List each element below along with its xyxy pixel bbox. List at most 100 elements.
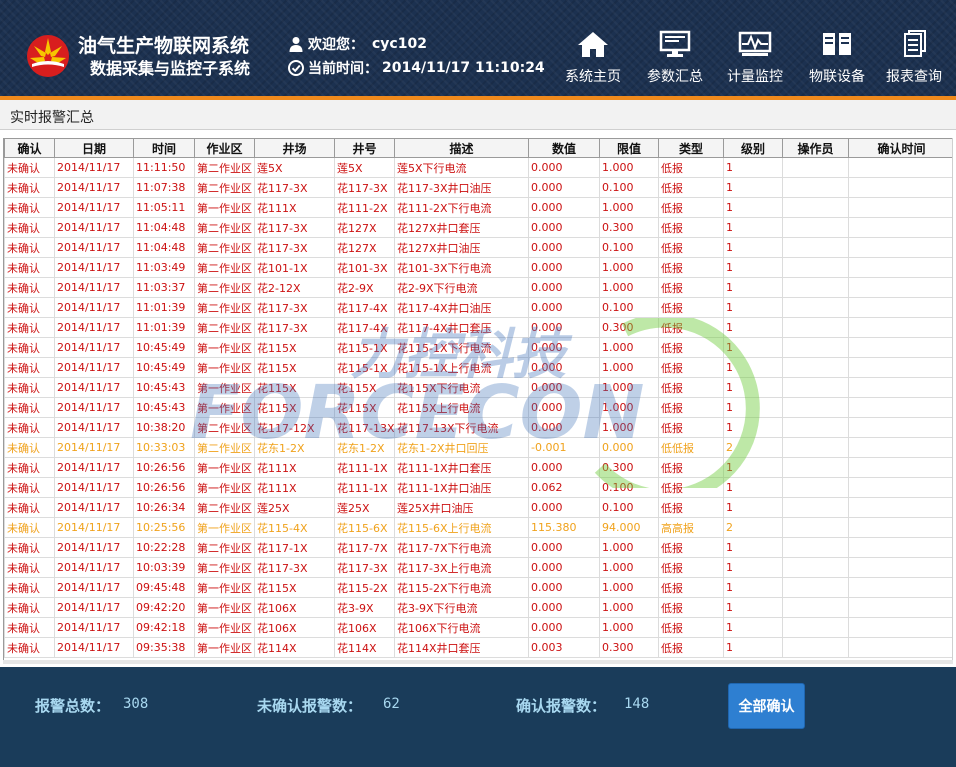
current-time-line: 当前时间： 2014/11/17 11:10:24 xyxy=(288,58,545,78)
table-row[interactable]: 未确认 2014/11/17 11:03:37 第二作业区 花2-12X 花2-9X 花2-… xyxy=(4,277,952,298)
cell-value: 0.000 xyxy=(528,397,600,418)
cell-level: 1 xyxy=(723,157,783,178)
confirm-all-button[interactable]: 全部确认 xyxy=(728,683,805,729)
cell-limit: 0.100 xyxy=(599,177,659,198)
column-header-time[interactable]: 时间 xyxy=(133,138,195,158)
column-header-limit[interactable]: 限值 xyxy=(599,138,659,158)
cell-work-area: 第二作业区 xyxy=(194,557,255,578)
cell-confirm-time xyxy=(848,177,952,198)
table-row[interactable]: 未确认 2014/11/17 10:33:03 第二作业区 花东1-2X 花东1-2X 花东… xyxy=(4,437,952,458)
table-row[interactable]: 未确认 2014/11/17 11:01:39 第二作业区 花117-3X 花117-4X… xyxy=(4,297,952,318)
nav-metering-monitor[interactable]: 计量监控 xyxy=(717,30,793,90)
clock-check-icon xyxy=(288,60,304,76)
petrochina-logo-icon xyxy=(27,35,69,77)
table-row[interactable]: 未确认 2014/11/17 10:25:56 第一作业区 花115-4X 花115-6X… xyxy=(4,517,952,538)
cell-description: 莲25X井口油压 xyxy=(394,497,529,518)
cell-date: 2014/11/17 xyxy=(54,277,134,298)
table-row[interactable]: 未确认 2014/11/17 11:05:11 第一作业区 花111X 花111-2X 花1… xyxy=(4,197,952,218)
cell-type: 低报 xyxy=(658,277,724,298)
table-row[interactable]: 未确认 2014/11/17 11:07:38 第二作业区 花117-3X 花117-3X… xyxy=(4,177,952,198)
cell-work-area: 第二作业区 xyxy=(194,497,255,518)
cell-date: 2014/11/17 xyxy=(54,417,134,438)
table-row[interactable]: 未确认 2014/11/17 11:03:49 第二作业区 花101-1X 花101-3X… xyxy=(4,257,952,278)
cell-type: 低报 xyxy=(658,337,724,358)
table-row[interactable]: 未确认 2014/11/17 10:45:43 第一作业区 花115X 花115X 花115… xyxy=(4,397,952,418)
column-header-work-area[interactable]: 作业区 xyxy=(194,138,255,158)
cell-operator xyxy=(782,257,849,278)
cell-type: 低报 xyxy=(658,597,724,618)
table-row[interactable]: 未确认 2014/11/17 11:04:48 第二作业区 花117-3X 花127X 花1… xyxy=(4,217,952,238)
column-header-level[interactable]: 级别 xyxy=(723,138,783,158)
cell-confirm-time xyxy=(848,277,952,298)
alarm-table-container[interactable]: 确认 日期 时间 作业区 井场 井号 描述 数值 限值 类型 级别 操作员 确认时间 未确认 2014/1… xyxy=(3,138,953,662)
table-row[interactable]: 未确认 2014/11/17 09:42:18 第一作业区 花106X 花106X 花106… xyxy=(4,617,952,638)
column-header-description[interactable]: 描述 xyxy=(394,138,529,158)
cell-description: 花101-3X下行电流 xyxy=(394,257,529,278)
column-header-confirm-time[interactable]: 确认时间 xyxy=(848,138,952,158)
table-row[interactable]: 未确认 2014/11/17 10:03:39 第二作业区 花117-3X 花117-3X… xyxy=(4,557,952,578)
column-header-value[interactable]: 数值 xyxy=(528,138,600,158)
cell-time: 11:11:50 xyxy=(133,157,195,178)
table-row[interactable]: 未确认 2014/11/17 11:04:48 第二作业区 花117-3X 花127X 花1… xyxy=(4,237,952,258)
cell-work-area: 第一作业区 xyxy=(194,457,255,478)
cell-operator xyxy=(782,477,849,498)
column-header-operator[interactable]: 操作员 xyxy=(782,138,849,158)
cell-confirm-time xyxy=(848,357,952,378)
nav-report-query[interactable]: 报表查询 xyxy=(876,30,952,90)
table-row[interactable]: 未确认 2014/11/17 11:11:50 第二作业区 莲5X 莲5X 莲5X下行电流 0… xyxy=(4,157,952,178)
cell-well-no: 花3-9X xyxy=(334,597,395,618)
cell-operator xyxy=(782,277,849,298)
cell-description: 花115-1X上行电流 xyxy=(394,357,529,378)
cell-date: 2014/11/17 xyxy=(54,337,134,358)
cell-date: 2014/11/17 xyxy=(54,477,134,498)
cell-operator xyxy=(782,357,849,378)
table-row[interactable]: 未确认 2014/11/17 09:35:38 第一作业区 花114X 花114X 花114… xyxy=(4,637,952,658)
table-row[interactable]: 未确认 2014/11/17 09:45:48 第一作业区 花115X 花115-2X 花1… xyxy=(4,577,952,598)
cell-work-area: 第二作业区 xyxy=(194,237,255,258)
nav-home-label: 系统主页 xyxy=(565,69,621,85)
cell-date: 2014/11/17 xyxy=(54,397,134,418)
column-header-date[interactable]: 日期 xyxy=(54,138,134,158)
table-row[interactable]: 未确认 2014/11/17 10:45:49 第一作业区 花115X 花115-1X 花1… xyxy=(4,337,952,358)
cell-well-site: 花115X xyxy=(254,357,335,378)
table-row[interactable]: 未确认 2014/11/17 09:42:20 第一作业区 花106X 花3-9X 花3-9… xyxy=(4,597,952,618)
cell-date: 2014/11/17 xyxy=(54,317,134,338)
nav-parameter-summary[interactable]: 参数汇总 xyxy=(637,30,713,90)
nav-report-query-label: 报表查询 xyxy=(886,69,942,85)
table-row[interactable]: 未确认 2014/11/17 10:22:28 第二作业区 花117-1X 花117-7X… xyxy=(4,537,952,558)
table-row[interactable]: 未确认 2014/11/17 10:26:56 第一作业区 花111X 花111-1X 花1… xyxy=(4,457,952,478)
system-title: 油气生产物联网系统 xyxy=(78,35,250,57)
cell-operator xyxy=(782,177,849,198)
cell-confirm: 未确认 xyxy=(4,617,55,638)
cell-limit: 1.000 xyxy=(599,597,659,618)
cell-well-no: 花115X xyxy=(334,377,395,398)
cell-confirm-time xyxy=(848,197,952,218)
cell-description: 花3-9X下行电流 xyxy=(394,597,529,618)
column-header-well-site[interactable]: 井场 xyxy=(254,138,335,158)
cell-confirm: 未确认 xyxy=(4,517,55,538)
column-header-well-no[interactable]: 井号 xyxy=(334,138,395,158)
table-row[interactable]: 未确认 2014/11/17 10:45:43 第一作业区 花115X 花115X 花115… xyxy=(4,377,952,398)
table-row[interactable]: 未确认 2014/11/17 10:26:34 第二作业区 莲25X 莲25X 莲25X井口… xyxy=(4,497,952,518)
nav-home[interactable]: 系统主页 xyxy=(555,30,631,90)
column-header-type[interactable]: 类型 xyxy=(658,138,724,158)
cell-confirm: 未确认 xyxy=(4,237,55,258)
cell-operator xyxy=(782,637,849,658)
table-row[interactable]: 未确认 2014/11/17 10:38:20 第二作业区 花117-12X 花117-1… xyxy=(4,417,952,438)
cell-limit: 1.000 xyxy=(599,537,659,558)
cell-work-area: 第二作业区 xyxy=(194,437,255,458)
cell-well-no: 花东1-2X xyxy=(334,437,395,458)
cell-type: 低报 xyxy=(658,457,724,478)
horizontal-scrollbar[interactable] xyxy=(3,660,953,664)
column-header-confirm[interactable]: 确认 xyxy=(4,138,55,158)
table-row[interactable]: 未确认 2014/11/17 10:45:49 第一作业区 花115X 花115-1X 花1… xyxy=(4,357,952,378)
table-row[interactable]: 未确认 2014/11/17 10:26:56 第一作业区 花111X 花111-1X 花1… xyxy=(4,477,952,498)
table-body: 未确认 2014/11/17 11:11:50 第二作业区 莲5X 莲5X 莲5X下行电流 0… xyxy=(4,157,952,658)
cell-time: 10:45:43 xyxy=(133,397,195,418)
cell-well-no: 花111-1X xyxy=(334,457,395,478)
nav-iot-devices[interactable]: 物联设备 xyxy=(799,30,875,90)
cell-limit: 1.000 xyxy=(599,397,659,418)
cell-confirm-time xyxy=(848,637,952,658)
table-row[interactable]: 未确认 2014/11/17 11:01:39 第二作业区 花117-3X 花117-4X… xyxy=(4,317,952,338)
cell-confirm: 未确认 xyxy=(4,397,55,418)
